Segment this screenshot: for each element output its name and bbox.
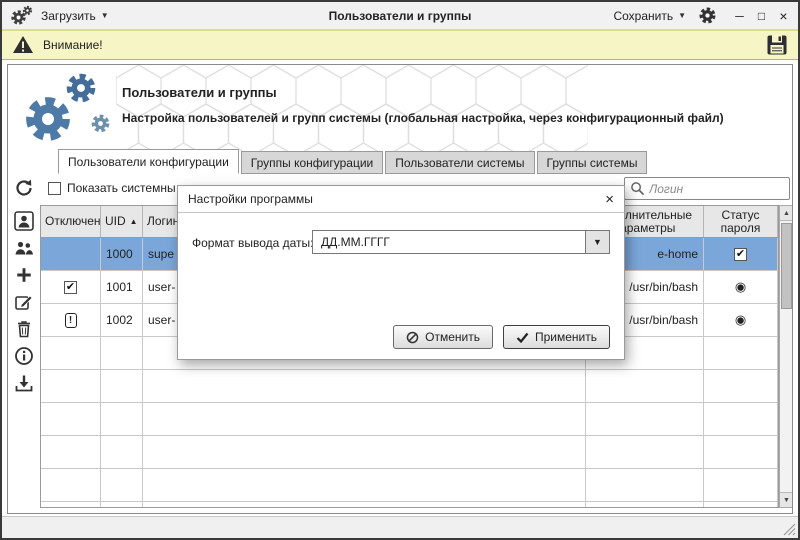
- checkbox-checked-icon: [64, 281, 77, 294]
- refresh-button[interactable]: [11, 176, 37, 200]
- combo-dropdown-button[interactable]: ▼: [585, 231, 609, 253]
- column-header-disabled[interactable]: Отключен: [41, 206, 101, 237]
- resize-grip[interactable]: [783, 523, 796, 536]
- cell-password-status: [704, 238, 778, 270]
- radio-status-icon: [735, 312, 746, 328]
- tab-system-groups[interactable]: Группы системы: [537, 151, 648, 174]
- page-title: Пользователи и группы: [122, 85, 277, 100]
- warning-text: Внимание!: [43, 38, 103, 52]
- users-group-icon: [14, 238, 34, 258]
- cell-disabled: [41, 304, 101, 336]
- tab-config-groups[interactable]: Группы конфигурации: [241, 151, 383, 174]
- vertical-scrollbar[interactable]: ▲ ▼: [779, 205, 793, 508]
- chevron-down-icon: ▼: [593, 237, 602, 247]
- cancel-button[interactable]: Отменить: [393, 325, 493, 349]
- checkbox-unchecked-icon: [48, 182, 61, 195]
- scrollbar-thumb[interactable]: [781, 223, 792, 309]
- add-user-button[interactable]: [12, 211, 36, 231]
- column-header-uid[interactable]: UID ▲: [101, 206, 143, 237]
- download-icon: [14, 373, 34, 393]
- groups-button[interactable]: [12, 238, 36, 258]
- dialog-body: Формат вывода даты: ДД.ММ.ГГГГ ▼ Отменит…: [178, 213, 624, 360]
- cancel-circle-icon: [406, 331, 419, 344]
- date-format-select[interactable]: ДД.ММ.ГГГГ ▼: [312, 230, 610, 254]
- table-row-empty: [41, 370, 778, 403]
- trash-icon: [14, 319, 34, 339]
- refresh-icon: [14, 178, 34, 198]
- table-row-empty: [41, 469, 778, 502]
- checkmark-icon: [516, 332, 529, 343]
- column-header-password-status[interactable]: Статус пароля: [704, 206, 778, 237]
- scroll-down-button[interactable]: ▼: [780, 492, 793, 507]
- radio-status-icon: [735, 279, 746, 295]
- cell-password-status: [704, 304, 778, 336]
- dialog-title: Настройки программы: [188, 192, 313, 206]
- cell-password-status: [704, 271, 778, 303]
- sort-asc-icon: ▲: [130, 215, 138, 228]
- save-menu-label: Сохранить: [613, 9, 673, 23]
- show-system-checkbox[interactable]: Показать системны: [48, 181, 176, 195]
- warning-triangle-icon: [12, 35, 34, 55]
- info-icon: [14, 346, 34, 366]
- date-format-value: ДД.ММ.ГГГГ: [313, 235, 585, 249]
- save-menu-button[interactable]: Сохранить ▼: [613, 9, 686, 23]
- hexagon-pattern: [116, 65, 588, 151]
- apply-label: Применить: [535, 330, 597, 344]
- apply-button[interactable]: Применить: [503, 325, 610, 349]
- cancel-label: Отменить: [425, 330, 480, 344]
- app-window: Загрузить ▼ Пользователи и группы Сохран…: [0, 0, 800, 540]
- search-icon: [630, 181, 645, 196]
- cell-disabled: [41, 271, 101, 303]
- status-bar: [2, 516, 798, 538]
- load-menu-button[interactable]: Загрузить ▼: [41, 9, 109, 23]
- scroll-up-button[interactable]: ▲: [780, 206, 793, 221]
- cell-uid: 1000: [101, 238, 143, 270]
- tab-config-users[interactable]: Пользователи конфигурации: [58, 149, 239, 174]
- user-icon: [14, 211, 34, 231]
- add-button[interactable]: [12, 265, 36, 285]
- exclamation-badge-icon: [65, 313, 77, 328]
- cell-uid: 1002: [101, 304, 143, 336]
- cell-uid: 1001: [101, 271, 143, 303]
- show-system-label: Показать системны: [67, 181, 176, 195]
- dialog-title-bar: Настройки программы ×: [178, 186, 624, 213]
- plus-icon: [15, 266, 33, 284]
- search-input[interactable]: [649, 182, 784, 196]
- app-gears-icon: [10, 5, 34, 27]
- tab-system-users[interactable]: Пользователи системы: [385, 151, 534, 174]
- export-button[interactable]: [12, 373, 36, 393]
- maximize-button[interactable]: □: [755, 9, 768, 23]
- warning-bar: Внимание!: [2, 30, 798, 60]
- table-row-empty: [41, 436, 778, 469]
- save-floppy-icon[interactable]: [766, 34, 788, 56]
- page-subtitle: Настройка пользователей и групп системы …: [122, 111, 724, 125]
- date-format-label: Формат вывода даты:: [192, 236, 314, 250]
- app-logo-gears-icon: [20, 71, 115, 149]
- dialog-close-button[interactable]: ×: [605, 191, 614, 208]
- edit-pencil-icon: [14, 292, 34, 312]
- table-row-empty: [41, 403, 778, 436]
- chevron-down-icon: ▼: [678, 11, 686, 20]
- load-menu-label: Загрузить: [41, 9, 96, 23]
- checkbox-checked-icon: [734, 248, 747, 261]
- minimize-button[interactable]: ─: [733, 9, 746, 23]
- edit-button[interactable]: [12, 292, 36, 312]
- tab-bar: Пользователи конфигурации Группы конфигу…: [58, 149, 649, 174]
- table-row-empty: [41, 502, 778, 508]
- delete-button[interactable]: [12, 319, 36, 339]
- close-button[interactable]: ×: [777, 8, 790, 24]
- info-button[interactable]: [12, 346, 36, 366]
- title-bar: Загрузить ▼ Пользователи и группы Сохран…: [2, 2, 798, 30]
- side-toolbar: [11, 211, 37, 393]
- search-box: [624, 177, 790, 200]
- settings-dialog: Настройки программы × Формат вывода даты…: [177, 185, 625, 360]
- chevron-down-icon: ▼: [101, 11, 109, 20]
- settings-gear-icon[interactable]: [698, 6, 717, 25]
- cell-disabled: [41, 238, 101, 270]
